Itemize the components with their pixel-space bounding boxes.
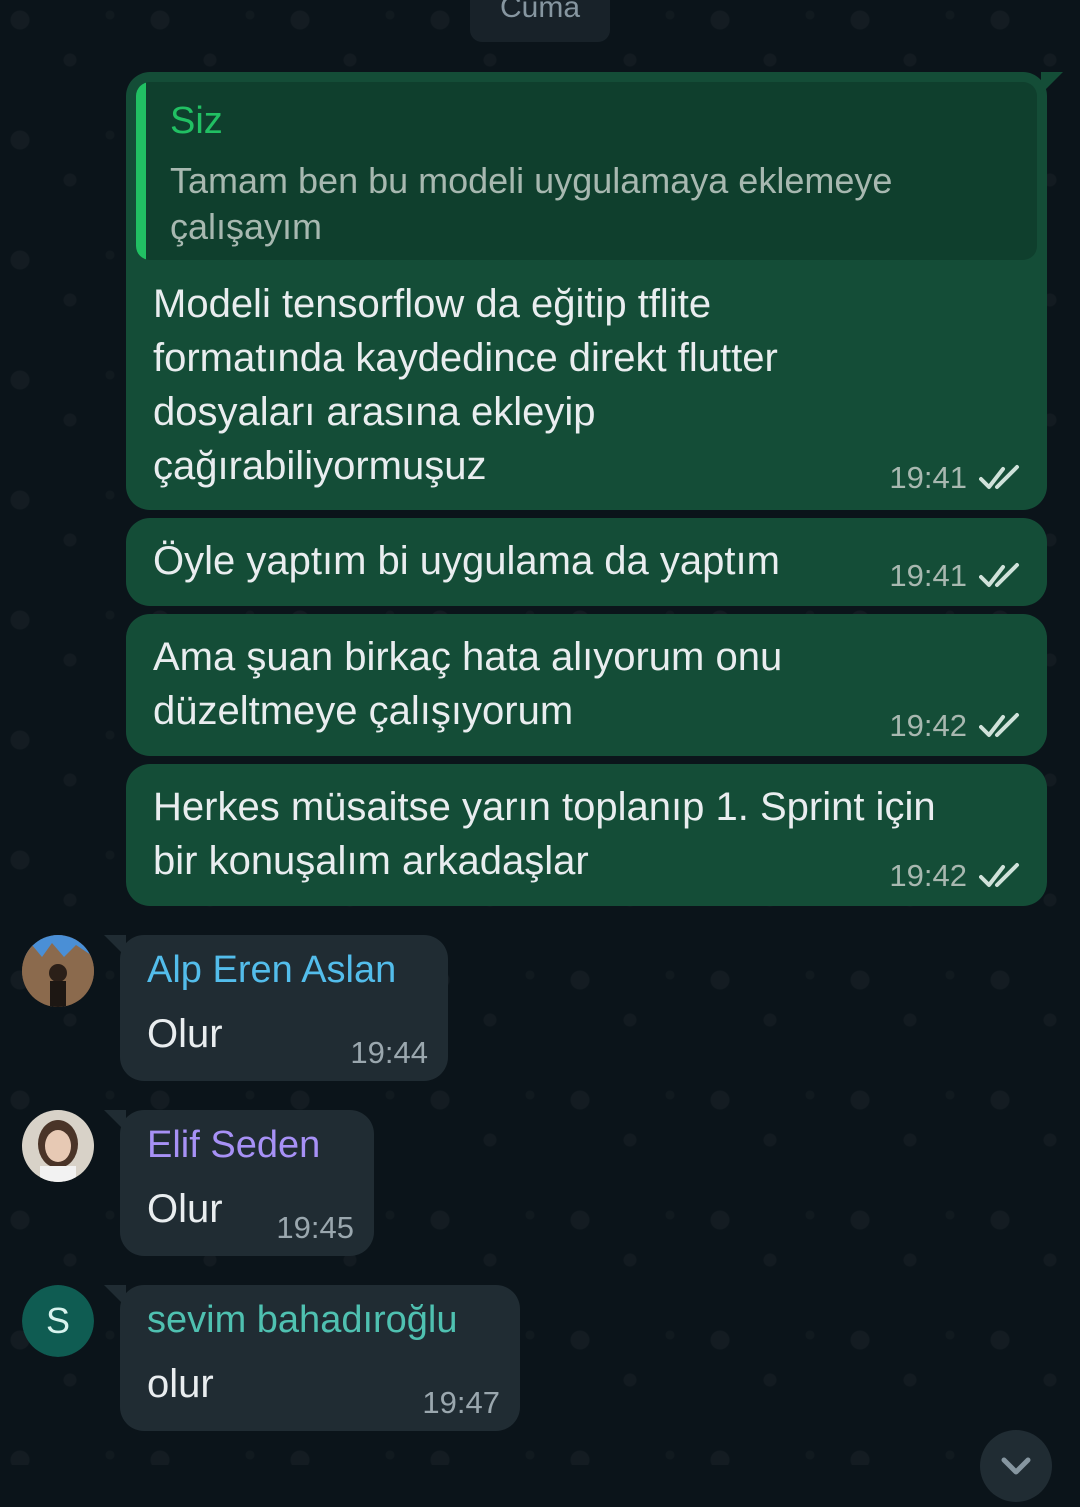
avatar-photo <box>22 935 94 1007</box>
sender-name[interactable]: Elif Seden <box>147 1124 320 1167</box>
double-check-icon <box>979 863 1019 887</box>
avatar-photo <box>22 1110 94 1182</box>
quote-author: Siz <box>170 100 223 142</box>
message-time: 19:47 <box>422 1385 500 1420</box>
quote-accent-bar <box>136 82 146 260</box>
outgoing-message[interactable]: Siz Tamam ben bu modeli uygulamaya eklem… <box>126 72 1063 510</box>
bubble-tail <box>1041 72 1063 94</box>
message-text: Olur <box>147 1187 223 1231</box>
incoming-message[interactable]: sevim bahadıroğlu olur 19:47 <box>104 1285 520 1431</box>
sender-name[interactable]: Alp Eren Aslan <box>147 949 396 992</box>
message-meta: 19:42 <box>889 708 1023 744</box>
message-text: Modeli tensorflow da eğitip tflite forma… <box>153 282 778 488</box>
outgoing-message[interactable]: Herkes müsaitse yarın toplanıp 1. Sprint… <box>126 764 1047 906</box>
message-meta: 19:41 <box>889 558 1023 594</box>
incoming-message[interactable]: Elif Seden Olur 19:45 <box>104 1110 374 1256</box>
avatar[interactable]: S <box>22 1285 94 1357</box>
message-time: 19:42 <box>889 858 967 893</box>
double-check-icon <box>979 713 1019 737</box>
chevron-down-icon <box>1001 1457 1031 1475</box>
quoted-message[interactable]: Siz Tamam ben bu modeli uygulamaya eklem… <box>136 82 1037 260</box>
message-time: 19:41 <box>889 558 967 593</box>
message-meta: 19:41 <box>889 460 1023 496</box>
message-text: Öyle yaptım bi uygulama da yaptım <box>153 539 780 583</box>
message-text: olur <box>147 1362 214 1406</box>
avatar[interactable] <box>22 935 94 1007</box>
message-text: Olur <box>147 1012 223 1056</box>
bubble-tail <box>104 1285 126 1307</box>
message-time: 19:45 <box>276 1210 354 1245</box>
scroll-to-bottom-button[interactable] <box>980 1430 1052 1502</box>
date-chip: Cuma <box>470 0 610 42</box>
message-time: 19:44 <box>350 1035 428 1070</box>
avatar[interactable] <box>22 1110 94 1182</box>
avatar-initial: S <box>22 1285 94 1357</box>
bubble-tail <box>104 1110 126 1132</box>
message-time: 19:41 <box>889 460 967 495</box>
message-text: Herkes müsaitse yarın toplanıp 1. Sprint… <box>153 785 936 883</box>
outgoing-message[interactable]: Öyle yaptım bi uygulama da yaptım 19:41 <box>126 518 1047 606</box>
double-check-icon <box>979 465 1019 489</box>
bubble-tail <box>104 935 126 957</box>
double-check-icon <box>979 563 1019 587</box>
message-time: 19:42 <box>889 708 967 743</box>
incoming-message[interactable]: Alp Eren Aslan Olur 19:44 <box>104 935 448 1081</box>
outgoing-message[interactable]: Ama şuan birkaç hata alıyorum onu düzelt… <box>126 614 1047 756</box>
sender-name[interactable]: sevim bahadıroğlu <box>147 1299 458 1342</box>
message-meta: 19:42 <box>889 858 1023 894</box>
message-text: Ama şuan birkaç hata alıyorum onu düzelt… <box>153 635 783 733</box>
quote-text: Tamam ben bu modeli uygulamaya eklemeye … <box>170 160 893 247</box>
